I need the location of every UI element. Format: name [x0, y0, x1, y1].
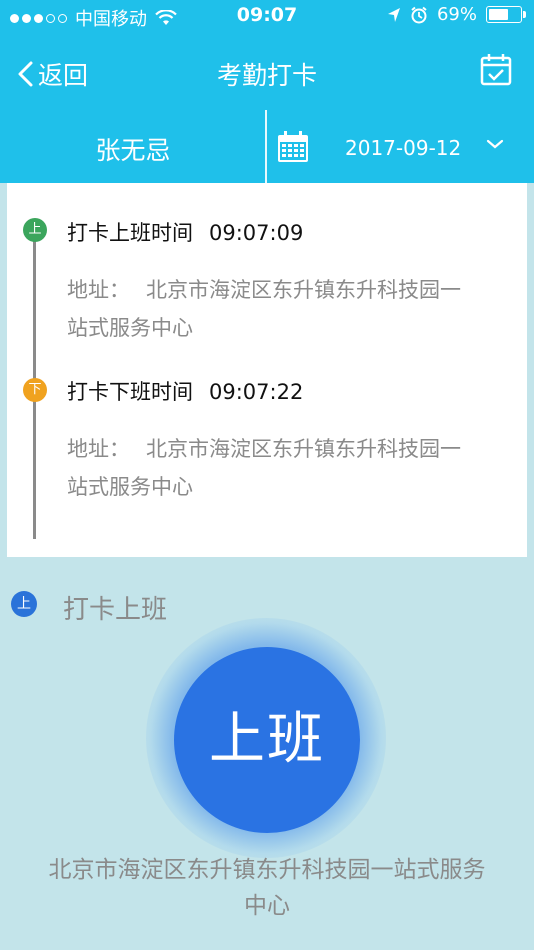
record-title: 打卡下班时间 09:07:22: [67, 376, 303, 406]
page-title: 考勤打卡: [216, 61, 317, 90]
record-time: 09:07:22: [209, 380, 304, 404]
filter-bar: 张无忌 2017-09-12: [0, 110, 534, 183]
status-right: 69%: [387, 4, 526, 25]
alarm-icon: [411, 6, 427, 23]
battery-icon: [486, 6, 526, 23]
punch-section-badge: 上: [11, 591, 37, 617]
address-label: 地址：: [67, 278, 130, 302]
attendance-records-card: 上 打卡上班时间 09:07:09 地址： 北京市海淀区东升镇东升科技园一站式服务中…: [7, 183, 527, 557]
record-time: 09:07:09: [209, 221, 304, 245]
address-label: 地址：: [67, 437, 130, 461]
clock-in-button[interactable]: 上班: [174, 647, 360, 833]
current-location: 北京市海淀区东升镇东升科技园一站式服务中心: [48, 857, 486, 919]
record-address: 地址： 北京市海淀区东升镇东升科技园一站式服务中心: [67, 430, 477, 506]
status-bar: 中国移动 09:07 69%: [0, 0, 534, 36]
calendar-icon[interactable]: [276, 130, 310, 164]
record-address: 地址： 北京市海淀区东升镇东升科技园一站式服务中心: [67, 271, 477, 347]
record-label: 打卡下班时间: [67, 380, 193, 404]
calendar-check-icon[interactable]: [480, 52, 512, 86]
record-label: 打卡上班时间: [67, 221, 193, 245]
on-duty-badge: 上: [23, 218, 47, 242]
punch-section-title: 打卡上班: [63, 595, 168, 625]
record-title: 打卡上班时间 09:07:09: [67, 217, 303, 247]
location-arrow-icon: [387, 7, 400, 22]
divider: [265, 110, 267, 183]
chevron-down-icon[interactable]: [486, 137, 504, 151]
nav-bar: 返回 考勤打卡: [0, 36, 534, 110]
date-selector[interactable]: 2017-09-12: [345, 136, 461, 160]
off-duty-badge: 下: [23, 378, 47, 402]
employee-name[interactable]: 张无忌: [0, 131, 266, 167]
battery-percent: 69%: [436, 4, 477, 25]
